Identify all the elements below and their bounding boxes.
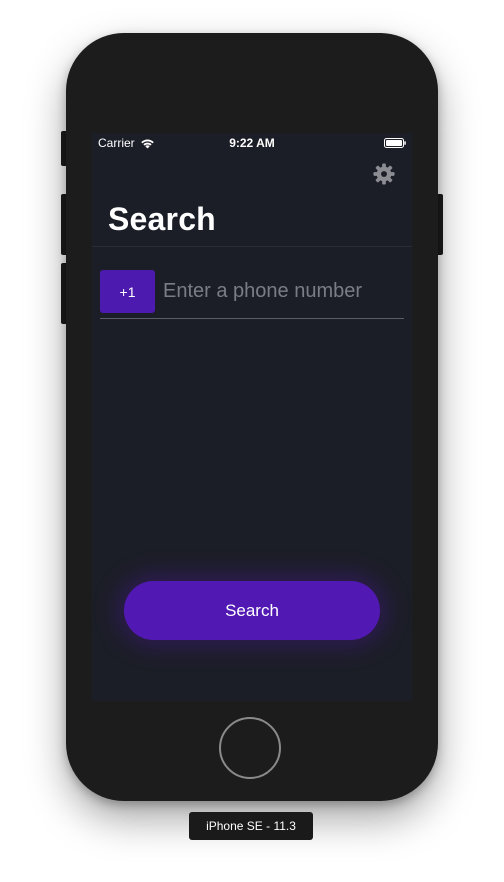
status-bar: Carrier 9:22 AM [92, 133, 412, 153]
app-screen: Carrier 9:22 AM Search +1 Enter a phone … [92, 133, 412, 701]
page-title: Search [108, 201, 216, 237]
home-button[interactable] [219, 717, 281, 779]
phone-number-input[interactable] [163, 270, 399, 313]
device-label: iPhone SE - 11.3 [189, 812, 313, 840]
country-code-button[interactable]: +1 [100, 270, 155, 313]
phone-number-row: +1 [100, 270, 404, 319]
battery-icon [384, 138, 406, 148]
status-time: 9:22 AM [229, 136, 275, 150]
gear-icon[interactable] [373, 163, 395, 185]
search-button[interactable]: Search [124, 581, 380, 640]
simulator-stage: Carrier 9:22 AM Search +1 Enter a phone … [0, 0, 504, 882]
header-divider [92, 246, 412, 247]
